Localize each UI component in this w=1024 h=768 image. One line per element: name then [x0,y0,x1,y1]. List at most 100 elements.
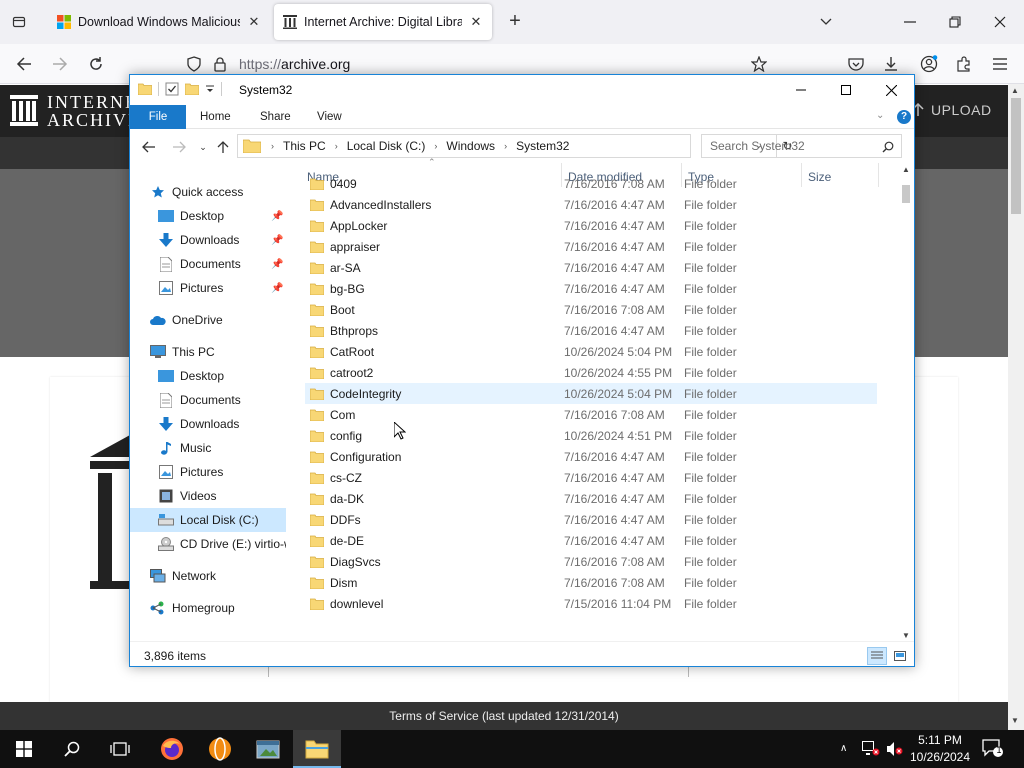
details-view-icon[interactable] [867,647,887,665]
scroll-down-icon[interactable]: ▼ [1011,716,1019,725]
scroll-up-icon[interactable]: ▲ [902,165,910,174]
nav-quick-access[interactable]: Quick access [150,180,306,204]
nav-qa-downloads[interactable]: Downloads 📌 [158,228,314,252]
recent-locations-chevron-icon[interactable]: ⌄ [194,138,212,156]
url-bar[interactable]: https://archive.org [239,56,350,72]
properties-check-icon[interactable] [165,82,179,96]
scrollbar-thumb[interactable] [1011,98,1021,214]
scrollbar-thumb[interactable] [902,185,910,203]
file-row[interactable]: ar-SA 7/16/2016 4:47 AM File folder [305,257,877,278]
nav-pc-documents[interactable]: Documents [158,388,314,412]
lock-icon[interactable] [208,52,232,76]
extensions-icon[interactable] [952,52,976,76]
nav-pc-videos[interactable]: Videos [158,484,314,508]
new-tab-button[interactable]: + [504,11,526,33]
archive-logo-icon[interactable] [10,95,38,130]
file-row[interactable]: cs-CZ 7/16/2016 4:47 AM File folder [305,467,877,488]
start-windows-icon[interactable] [0,730,48,768]
page-scrollbar[interactable]: ▲ ▼ [1008,84,1024,730]
app-window-icon[interactable] [244,730,292,768]
browser-tab-archive[interactable]: Internet Archive: Digital Library ✕ [274,4,492,40]
nav-this-pc[interactable]: This PC [150,340,306,364]
tab-overflow-chevron-icon[interactable] [814,10,838,34]
search-icon[interactable] [882,141,894,156]
account-icon[interactable] [917,52,941,76]
tracking-shield-icon[interactable] [182,52,206,76]
file-row[interactable]: Dism 7/16/2016 7:08 AM File folder [305,572,877,593]
file-row[interactable]: CatRoot 10/26/2024 5:04 PM File folder [305,341,877,362]
tab-view[interactable]: View [305,105,354,129]
minimize-icon[interactable] [778,75,824,105]
breadcrumb-system32[interactable]: System32 [516,139,569,153]
file-row[interactable]: Bthprops 7/16/2016 4:47 AM File folder [305,320,877,341]
bookmark-star-icon[interactable] [747,52,771,76]
hamburger-menu-icon[interactable] [988,52,1012,76]
file-row[interactable]: DiagSvcs 7/16/2016 7:08 AM File folder [305,551,877,572]
forward-arrow-icon[interactable] [48,52,72,76]
customize-dropdown-icon[interactable] [205,84,215,94]
file-row[interactable]: DDFs 7/16/2016 4:47 AM File folder [305,509,877,530]
scroll-up-icon[interactable]: ▲ [1011,86,1019,95]
file-row[interactable]: 0409 7/16/2016 7:08 AM File folder [305,173,877,194]
tab-file[interactable]: File [130,105,186,129]
file-row[interactable]: AdvancedInstallers 7/16/2016 4:47 AM File … [305,194,877,215]
forward-arrow-icon[interactable] [170,138,188,156]
nav-pc-music[interactable]: Music [158,436,314,460]
nav-pc-pictures[interactable]: Pictures [158,460,314,484]
action-center-icon[interactable]: 1 [982,738,1004,761]
nav-cd-drive[interactable]: CD Drive (E:) virtio-win [158,532,286,556]
breadcrumb-this-pc[interactable]: This PC [283,139,326,153]
nav-local-disk[interactable]: Local Disk (C:) [130,508,286,532]
file-row[interactable]: appraiser 7/16/2016 4:47 AM File folder [305,236,877,257]
restore-icon[interactable] [943,10,967,34]
list-all-tabs-button[interactable] [8,11,30,33]
pocket-icon[interactable] [844,52,868,76]
file-row[interactable]: CodeIntegrity 10/26/2024 5:04 PM File fold… [305,383,877,404]
file-row[interactable]: downlevel 7/15/2016 11:04 PM File folder [305,593,877,614]
close-window-icon[interactable] [988,10,1012,34]
firefox-icon[interactable] [148,730,196,768]
breadcrumb-windows[interactable]: Windows [446,139,495,153]
file-row[interactable]: Com 7/16/2016 7:08 AM File folder [305,404,877,425]
reload-icon[interactable] [84,52,108,76]
nav-qa-desktop[interactable]: Desktop 📌 [158,204,314,228]
file-row[interactable]: Boot 7/16/2016 7:08 AM File folder [305,299,877,320]
breadcrumb-local-disk[interactable]: Local Disk (C:) [347,139,426,153]
nav-qa-pictures[interactable]: Pictures 📌 [158,276,314,300]
file-row[interactable]: catroot2 10/26/2024 4:55 PM File folder [305,362,877,383]
volume-muted-icon[interactable] [886,741,904,760]
large-icons-view-icon[interactable] [890,647,910,665]
close-tab-icon[interactable]: ✕ [468,14,484,30]
file-list-scrollbar[interactable]: ▲ ▼ [899,165,913,641]
nav-pc-downloads[interactable]: Downloads [158,412,314,436]
back-arrow-icon[interactable] [12,52,36,76]
file-row[interactable]: config 10/26/2024 4:51 PM File folder [305,425,877,446]
nav-homegroup[interactable]: Homegroup [150,596,306,620]
maximize-icon[interactable] [823,75,869,105]
new-folder-icon[interactable] [185,83,199,95]
terms-of-service-link[interactable]: Terms of Service (last updated 12/31/201… [389,709,618,723]
tab-home[interactable]: Home [188,105,243,129]
orange-app-icon[interactable] [196,730,244,768]
system-clock[interactable]: 5:11 PM 10/26/2024 [908,732,972,766]
file-row[interactable]: bg-BG 7/16/2016 4:47 AM File folder [305,278,877,299]
address-bar[interactable]: › This PC › Local Disk (C:) › Windows › … [237,134,793,158]
browser-tab-download[interactable]: Download Windows Malicious ✕ [48,4,270,40]
file-row[interactable]: AppLocker 7/16/2016 4:47 AM File folder [305,215,877,236]
network-tray-icon[interactable] [862,741,880,760]
file-row[interactable]: Configuration 7/16/2016 4:47 AM File folde… [305,446,877,467]
back-arrow-icon[interactable] [140,138,158,156]
task-view-icon[interactable] [96,730,144,768]
upload-link[interactable]: UPLOAD [931,102,992,118]
downloads-icon[interactable] [879,52,903,76]
file-row[interactable]: da-DK 7/16/2016 4:47 AM File folder [305,488,877,509]
tab-share[interactable]: Share [248,105,303,129]
close-tab-icon[interactable]: ✕ [246,14,262,30]
search-icon[interactable] [48,730,96,768]
search-input[interactable]: Search System32 [701,134,902,158]
expand-ribbon-chevron-icon[interactable]: ⌄ [876,110,884,121]
show-hidden-icons-chevron-icon[interactable]: ∧ [840,743,847,754]
scroll-down-icon[interactable]: ▼ [902,631,910,640]
nav-pc-desktop[interactable]: Desktop [158,364,314,388]
file-explorer-taskbar-icon[interactable] [293,730,341,768]
